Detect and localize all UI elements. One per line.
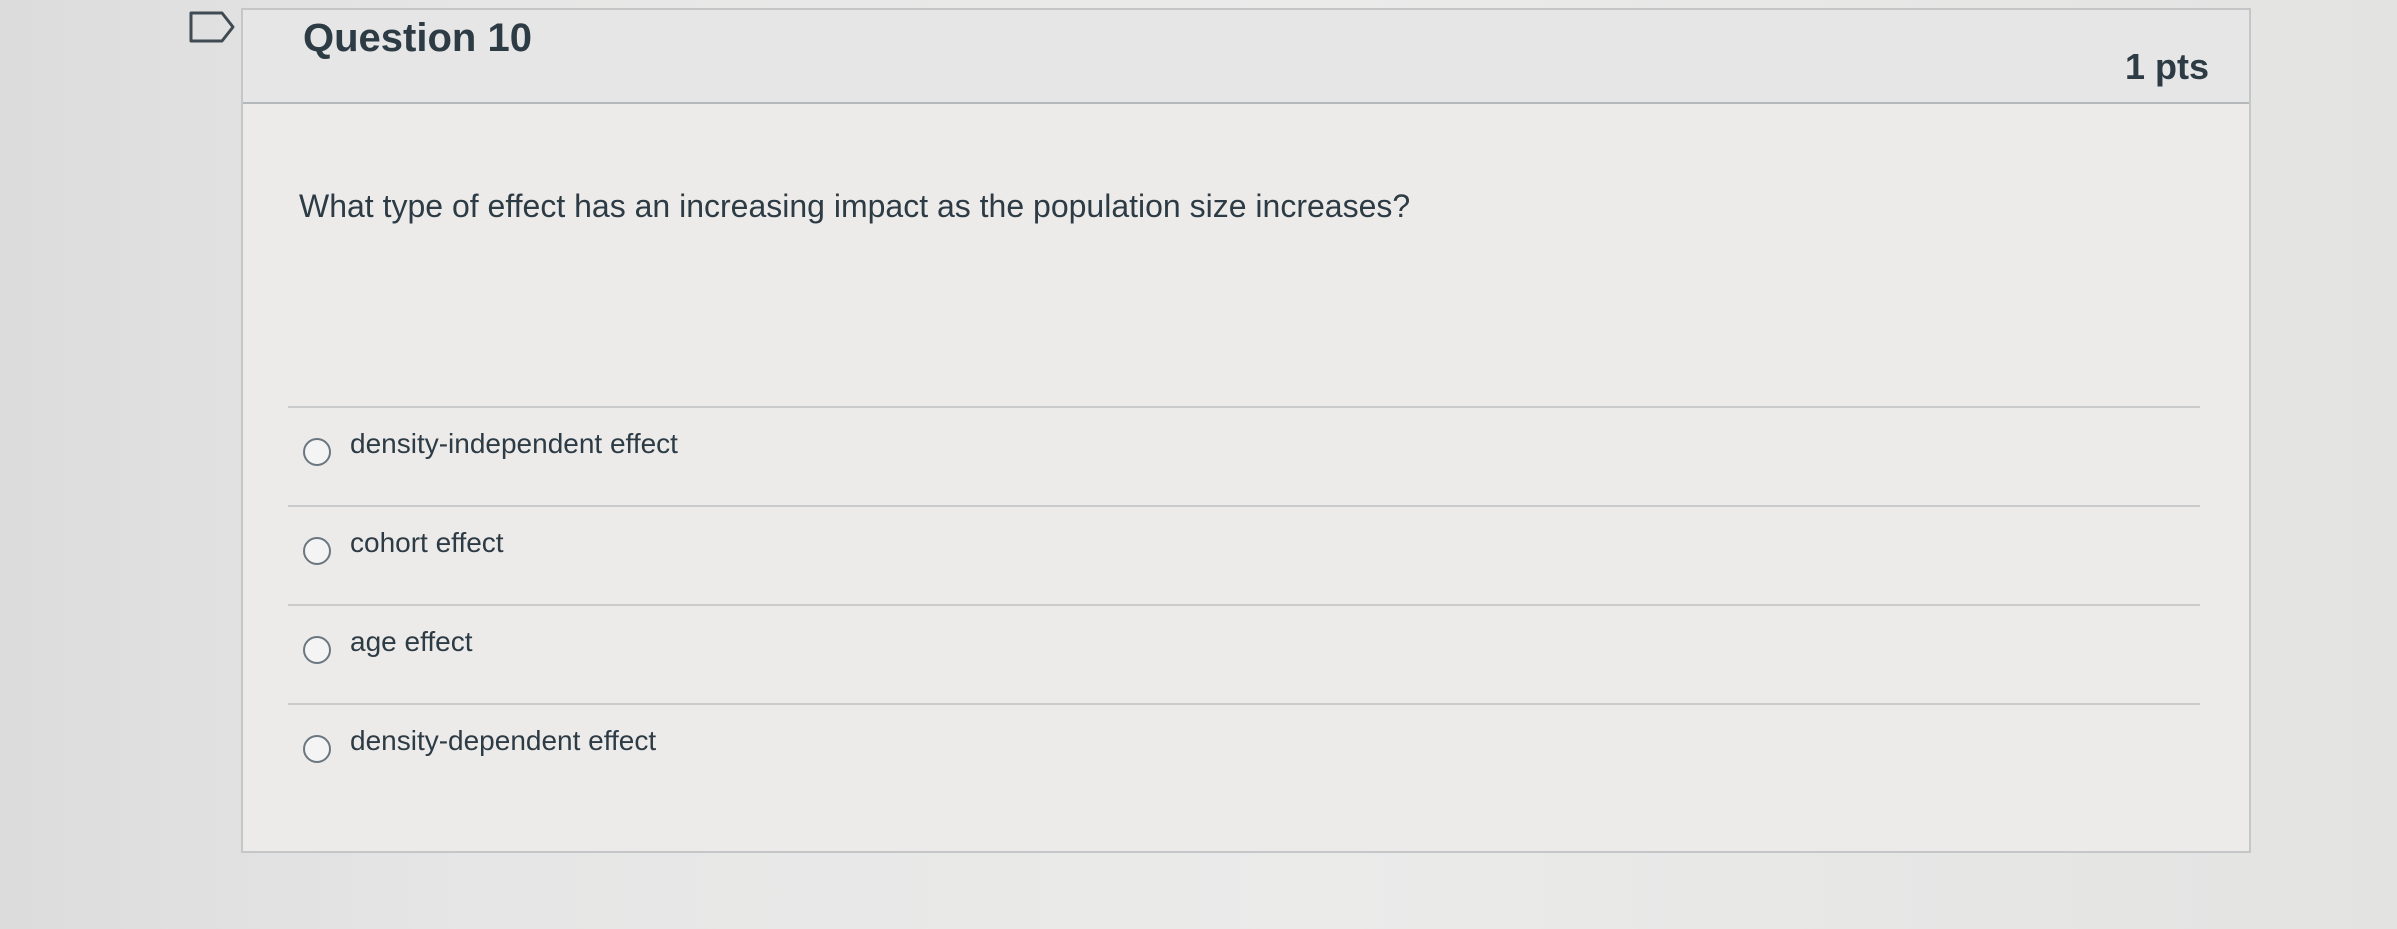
radio-button[interactable] [303, 735, 331, 763]
question-text: What type of effect has an increasing im… [299, 188, 1411, 224]
answer-label[interactable]: density-independent effect [350, 428, 678, 460]
answer-option[interactable]: cohort effect [288, 505, 2200, 604]
question-header: Question 10 1 pts [243, 10, 2249, 104]
radio-button[interactable] [303, 537, 331, 565]
answer-option[interactable]: density-dependent effect [288, 703, 2200, 802]
answer-option[interactable]: age effect [288, 604, 2200, 703]
answer-label[interactable]: age effect [350, 626, 472, 658]
answer-option[interactable]: density-independent effect [288, 406, 2200, 505]
question-card: Question 10 1 pts What type of effect ha… [241, 8, 2251, 853]
question-title: Question 10 [303, 16, 532, 60]
answer-label[interactable]: density-dependent effect [350, 725, 656, 757]
flag-question-icon[interactable] [188, 10, 236, 44]
answer-list: density-independent effect cohort effect… [288, 406, 2200, 802]
question-points: 1 pts [2124, 46, 2209, 87]
answer-label[interactable]: cohort effect [350, 527, 504, 559]
radio-button[interactable] [303, 438, 331, 466]
radio-button[interactable] [303, 636, 331, 664]
